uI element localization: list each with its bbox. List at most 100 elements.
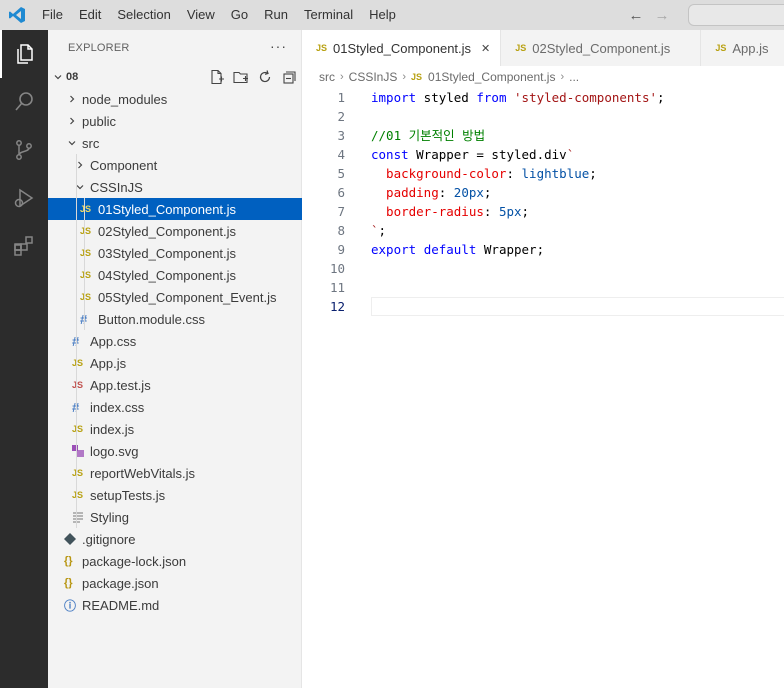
indent-guide [84,264,85,286]
menu-item-edit[interactable]: Edit [71,0,109,30]
menu-item-file[interactable]: File [34,0,71,30]
explorer-sidebar: EXPLORER ··· 08 node_modulespublic src Com… [48,30,302,688]
tree-item-label: public [82,113,116,129]
tree-item-label: 02Styled_Component.js [98,223,237,239]
tree-item-label: package.json [82,575,159,591]
file-item[interactable]: JS 04Styled_Component.js [48,264,302,286]
indent-guide [76,176,77,198]
line-number: 11 [329,280,345,295]
svg-file-icon [72,440,90,462]
file-item[interactable]: JS reportWebVitals.js [48,462,302,484]
line-number: 9 [337,242,345,257]
code-line: 10 [302,259,784,278]
file-item[interactable]: {} package.json [48,572,302,594]
file-item[interactable]: logo.svg [48,440,302,462]
menu-item-selection[interactable]: Selection [109,0,178,30]
editor-tab[interactable]: JS 02Styled_Component.js [501,30,702,66]
file-item[interactable]: JS 02Styled_Component.js [48,220,302,242]
indent-guide [84,308,85,330]
file-item[interactable]: #App.css [48,330,302,352]
file-item[interactable]: #index.css [48,396,302,418]
indent-guide [76,440,77,462]
collapse-all-icon[interactable] [280,68,298,86]
menu-item-view[interactable]: View [179,0,223,30]
explorer-icon[interactable] [0,30,48,78]
file-item[interactable]: JS 01Styled_Component.js [48,198,302,220]
file-item[interactable]: JS App.test.js [48,374,302,396]
file-item[interactable]: #Button.module.css [48,308,302,330]
tree-item-label: App.js [90,355,127,371]
tree-item-label: App.test.js [90,377,151,393]
indent-guide [76,330,77,352]
more-actions-icon[interactable]: ··· [270,38,287,54]
file-item[interactable]: JS App.js [48,352,302,374]
root-folder-label: 08 [66,71,79,83]
js-file-icon: JS [515,43,527,53]
go-forward-icon[interactable]: → [654,7,670,24]
code-token: 'styled-components' [514,90,658,105]
css-file-icon: # [72,396,90,418]
editor-tab[interactable]: JS App.js [701,30,784,66]
tree-item-label: Button.module.css [98,311,205,327]
file-item[interactable]: JS 03Styled_Component.js [48,242,302,264]
folder-item[interactable]: src [48,132,302,154]
file-item[interactable]: JS setupTests.js [48,484,302,506]
code-text: //01 기본적인 방법 [371,126,485,145]
file-item[interactable]: JS 05Styled_Component_Event.js [48,286,302,308]
code-token: import [371,90,417,105]
menu-item-go[interactable]: Go [223,0,256,30]
code-token: : [506,166,522,181]
search-icon[interactable] [0,78,48,126]
code-token: ; [378,223,387,238]
editor-tab[interactable]: JS 01Styled_Component.js ✕ [302,30,502,66]
activity-bar [0,30,48,688]
tab-label: 02Styled_Component.js [532,40,671,56]
menu-item-run[interactable]: Run [256,0,296,30]
source-control-icon[interactable] [0,126,48,174]
file-item[interactable]: ⓘ README.md [48,594,302,616]
code-line: 5 background-color: lightblue; [302,164,784,183]
line-number: 8 [337,223,345,238]
code-editor[interactable]: 1 import styled from 'styled-components';… [302,88,784,688]
file-item[interactable]: {} package-lock.json [48,550,302,572]
folder-item[interactable]: public [48,110,302,132]
refresh-icon[interactable] [256,68,274,86]
code-line: 6 padding: 20px; [302,183,784,202]
menu-item-terminal[interactable]: Terminal [296,0,361,30]
code-token: export [371,242,417,257]
new-file-icon[interactable] [208,68,226,86]
file-item[interactable]: .gitignore [48,528,302,550]
code-token: Wrapper; [476,242,545,257]
go-back-icon[interactable]: ← [628,7,644,24]
breadcrumb-item-src[interactable]: src [319,70,335,84]
tree-item-label: App.css [90,333,137,349]
close-icon[interactable]: ✕ [481,42,490,55]
file-item[interactable]: Styling [48,506,302,528]
json-file-icon: {} [64,577,73,589]
command-center-search[interactable] [688,4,784,26]
file-item[interactable]: JS index.js [48,418,302,440]
vscode-logo-icon [0,0,34,30]
tree-item-label: CSSInJS [90,179,143,195]
run-debug-icon[interactable] [0,174,48,222]
editor-tab-bar: JS 01Styled_Component.js ✕ JS 02Styled_Compo… [302,30,784,66]
code-text: export default Wrapper; [371,240,544,259]
folder-item[interactable]: node_modules [48,88,302,110]
code-line: 12 [302,297,784,316]
folder-item[interactable]: CSSInJS [48,176,302,198]
folder-item[interactable]: Component [48,154,302,176]
code-token: ` [566,147,575,162]
breadcrumb-item-file[interactable]: 01Styled_Component.js [428,70,555,84]
new-folder-icon[interactable] [232,68,250,86]
menu-item-help[interactable]: Help [361,0,404,30]
explorer-title: EXPLORER [68,42,130,54]
code-line: 4 const Wrapper = styled.div` [302,145,784,164]
json-file-icon: {} [64,555,73,567]
chevron-down-icon [50,66,66,88]
breadcrumb-item-folder[interactable]: CSSInJS [349,70,398,84]
code-line: 7 border-radius: 5px; [302,202,784,221]
indent-guide [84,242,85,264]
extensions-icon[interactable] [0,222,48,270]
breadcrumb-item-symbols[interactable]: ... [569,70,579,84]
